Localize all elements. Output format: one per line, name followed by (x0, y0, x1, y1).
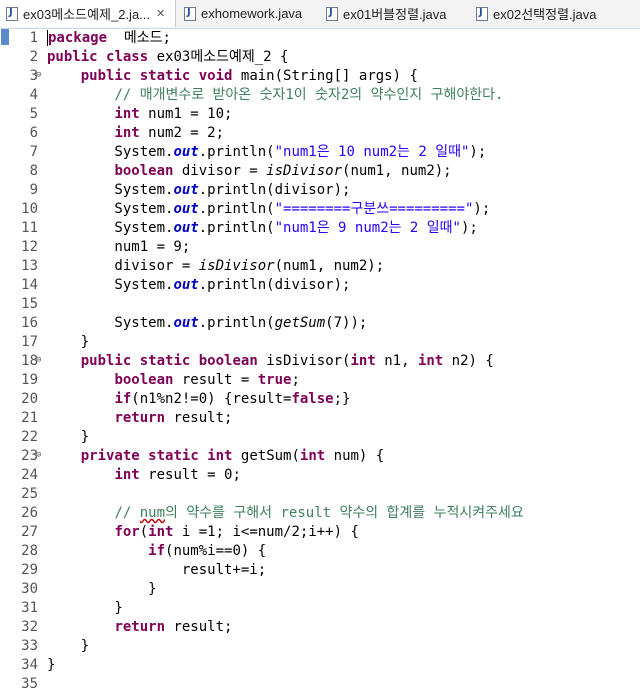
line-number: 9 (29, 182, 38, 198)
code-line[interactable]: boolean divisor = isDivisor(num1, num2); (47, 162, 451, 181)
code-line[interactable]: public static void main(String[] args) { (47, 67, 418, 86)
tab-label: exhomework.java (201, 6, 303, 21)
line-number: 21 (21, 410, 38, 426)
code-line[interactable]: System.out.println(divisor); (47, 181, 350, 200)
line-number: 32 (21, 619, 38, 635)
code-line[interactable]: int num2 = 2; (47, 124, 224, 143)
code-line[interactable]: divisor = isDivisor(num1, num2); (47, 257, 384, 276)
line-number: 13 (21, 258, 38, 274)
code-line[interactable]: System.out.println("========구분쓰=========… (47, 200, 490, 219)
line-number: 17 (21, 334, 38, 350)
code-line[interactable]: int num1 = 10; (47, 105, 232, 124)
code-line[interactable]: // num의 약수를 구해서 result 약수의 합계를 누적시켜주세요 (47, 504, 523, 523)
tab-exhomework[interactable]: J exhomework.java (178, 0, 318, 27)
code-line[interactable]: System.out.println(divisor); (47, 276, 350, 295)
line-number: 33 (21, 638, 38, 654)
line-number: 15 (21, 296, 38, 312)
fold-toggle-icon[interactable]: ⊖ (36, 70, 41, 80)
line-number: 27 (21, 524, 38, 540)
line-number: 1 (29, 30, 38, 46)
line-number: 12 (21, 239, 38, 255)
code-line[interactable]: for(int i =1; i<=num/2;i++) { (47, 523, 358, 542)
code-editor[interactable]: 1 2 3 ⊖ 4 5 6 7 8 9 10 11 12 13 14 15 16 17 18 ⊖ 19 20 21 22 23 ⊖… (0, 29, 640, 692)
line-number: 8 (29, 163, 38, 179)
code-line[interactable]: result+=i; (47, 561, 266, 580)
line-number: 11 (21, 220, 38, 236)
line-number: 24 (21, 467, 38, 483)
line-number: 30 (21, 581, 38, 597)
code-line[interactable]: if(n1%n2!=0) {result=false;} (47, 390, 350, 409)
line-number: 25 (21, 486, 38, 502)
java-file-icon: J (6, 6, 18, 21)
line-number: 5 (29, 106, 38, 122)
code-line[interactable]: return result; (47, 618, 232, 637)
tab-ex02[interactable]: J ex02선택정렬.java (470, 0, 615, 27)
current-line-marker (1, 29, 9, 45)
code-line[interactable]: return result; (47, 409, 232, 428)
code-line[interactable]: int result = 0; (47, 466, 240, 485)
code-line[interactable]: // 매개변수로 받아온 숫자1이 숫자2의 약수인지 구해야한다. (47, 86, 503, 105)
code-line[interactable]: public class ex03메소드예제_2 { (47, 48, 288, 67)
line-number: 22 (21, 429, 38, 445)
line-number: 14 (21, 277, 38, 293)
line-number-gutter: 1 2 3 ⊖ 4 5 6 7 8 9 10 11 12 13 14 15 16 17 18 ⊖ 19 20 21 22 23 ⊖… (10, 29, 44, 692)
code-line[interactable]: private static int getSum(int num) { (47, 447, 385, 466)
tab-ex01[interactable]: J ex01버블정렬.java (320, 0, 465, 27)
tab-ex03[interactable]: J ex03메소드예제_2.ja... ✕ (0, 0, 176, 27)
line-number: 29 (21, 562, 38, 578)
code-line[interactable]: } (47, 333, 89, 352)
fold-toggle-icon[interactable]: ⊖ (36, 355, 41, 365)
code-line[interactable]: if(num%i==0) { (47, 542, 266, 561)
line-number: 7 (29, 144, 38, 160)
tab-label: ex01버블정렬.java (343, 7, 447, 22)
code-line[interactable]: } (47, 428, 89, 447)
code-line[interactable]: public static boolean isDivisor(int n1, … (47, 352, 494, 371)
code-line[interactable]: System.out.println("num1은 10 num2는 2 일때"… (47, 143, 486, 162)
code-line[interactable]: System.out.println(getSum(7)); (47, 314, 367, 333)
tab-label: ex02선택정렬.java (493, 7, 597, 22)
editor-tab-bar: J ex03메소드예제_2.ja... ✕ J exhomework.java … (0, 0, 640, 29)
line-number: 26 (21, 505, 38, 521)
line-number: 2 (29, 49, 38, 65)
line-number: 31 (21, 600, 38, 616)
line-number: 6 (29, 125, 38, 141)
line-number: 35 (21, 676, 38, 692)
code-line[interactable]: num1 = 9; (47, 238, 190, 257)
java-file-icon: J (476, 6, 488, 21)
java-file-icon: J (184, 6, 196, 21)
close-tab-icon[interactable]: ✕ (156, 7, 165, 20)
line-number: 34 (21, 657, 38, 673)
code-line[interactable]: System.out.println("num1은 9 num2는 2 일때")… (47, 219, 477, 238)
tab-label: ex03메소드예제_2.ja... (23, 7, 151, 22)
code-line[interactable]: } (47, 656, 55, 675)
line-number: 4 (29, 87, 38, 103)
fold-toggle-icon[interactable]: ⊖ (36, 450, 41, 460)
line-number: 10 (21, 201, 38, 217)
java-file-icon: J (326, 6, 338, 21)
code-line[interactable]: } (47, 637, 89, 656)
code-line[interactable]: } (47, 599, 122, 618)
line-number: 20 (21, 391, 38, 407)
line-number: 28 (21, 543, 38, 559)
line-number: 16 (21, 315, 38, 331)
overview-ruler (0, 29, 10, 682)
code-line[interactable]: package 메소드; (47, 29, 171, 48)
code-line[interactable]: } (47, 580, 156, 599)
line-number: 19 (21, 372, 38, 388)
code-line[interactable]: boolean result = true; (47, 371, 299, 390)
